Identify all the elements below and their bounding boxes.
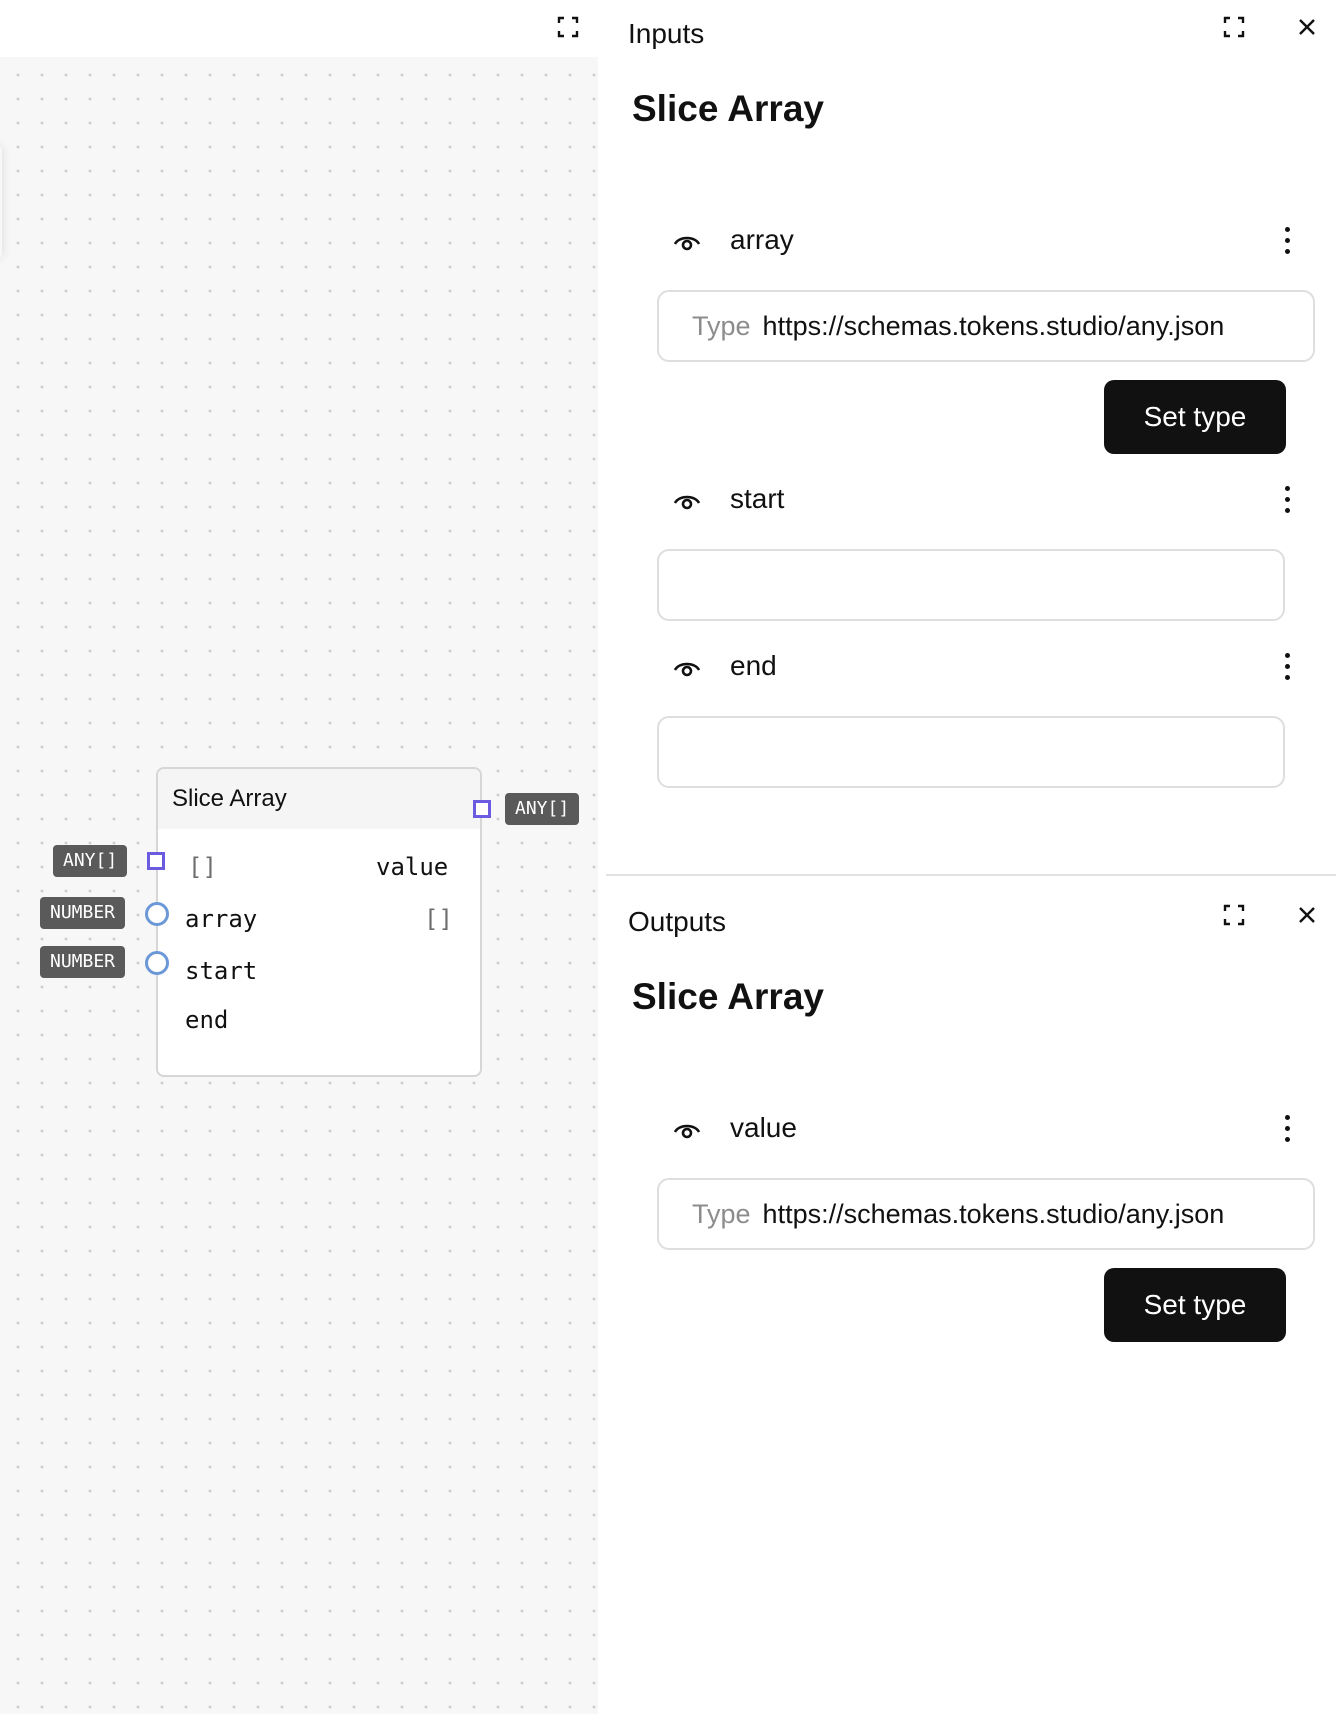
output-type-badge: ANY[] <box>505 793 580 825</box>
type-field-value: https://schemas.tokens.studio/any.json <box>762 310 1225 341</box>
set-type-button[interactable]: Set type <box>1104 1268 1286 1342</box>
array-type-badge: ANY[] <box>53 845 128 877</box>
input-port-label-array: array <box>185 905 258 933</box>
value-type-field[interactable]: Type https://schemas.tokens.studio/any.j… <box>657 1178 1315 1250</box>
input-port-row-start: start <box>672 481 1292 521</box>
input-port-row-end: end <box>672 648 1292 688</box>
type-field-prefix: Type <box>692 1198 751 1229</box>
type-field-prefix: Type <box>692 310 751 341</box>
input-port-label: end <box>730 650 777 681</box>
expand-icon[interactable] <box>1222 15 1246 39</box>
eye-icon[interactable] <box>672 489 702 513</box>
set-type-button[interactable]: Set type <box>1104 380 1286 454</box>
end-type-badge: NUMBER <box>40 946 126 978</box>
input-handle-array[interactable] <box>147 852 165 870</box>
input-port-label-end: end <box>185 1006 229 1034</box>
output-default-value: [] <box>188 853 217 881</box>
input-port-row-array: array <box>672 222 1292 262</box>
output-port-label: value <box>376 853 449 881</box>
canvas-toolbar <box>0 0 598 57</box>
input-handle-start[interactable] <box>145 902 169 926</box>
inputs-panel-heading: Slice Array <box>632 88 824 129</box>
outputs-panel-title: Outputs <box>628 906 727 937</box>
output-port-label: value <box>730 1112 797 1143</box>
input-handle-end[interactable] <box>145 951 169 975</box>
type-field-value: https://schemas.tokens.studio/any.json <box>762 1198 1225 1229</box>
slice-array-node[interactable]: Slice Array [] value array [] start end <box>156 767 482 1077</box>
close-icon[interactable] <box>1296 16 1318 38</box>
input-port-value-array: [] <box>424 905 453 933</box>
input-port-label: array <box>730 224 794 255</box>
kebab-menu-icon[interactable] <box>1282 650 1292 686</box>
input-port-label: start <box>730 483 785 514</box>
output-port-row-value: value <box>672 1110 1292 1150</box>
eye-icon[interactable] <box>672 1118 702 1142</box>
offscreen-node-edge <box>0 147 2 257</box>
graph-canvas[interactable]: ANY[] ANY[] NUMBER NUMBER Slice Array []… <box>0 57 598 1714</box>
start-type-badge: NUMBER <box>40 897 126 929</box>
expand-icon[interactable] <box>1222 903 1246 927</box>
inputs-panel-title: Inputs <box>628 18 705 49</box>
kebab-menu-icon[interactable] <box>1282 1112 1292 1148</box>
kebab-menu-icon[interactable] <box>1282 483 1292 519</box>
outputs-panel: Outputs Slice Array value Type https://s… <box>606 878 1336 1714</box>
output-handle-value[interactable] <box>473 800 491 818</box>
expand-icon[interactable] <box>556 15 580 39</box>
kebab-menu-icon[interactable] <box>1282 224 1292 260</box>
start-input-field[interactable] <box>657 549 1285 621</box>
node-title: Slice Array <box>158 769 480 829</box>
end-input-field[interactable] <box>657 716 1285 788</box>
input-port-label-start: start <box>185 957 258 985</box>
eye-icon[interactable] <box>672 230 702 254</box>
array-type-field[interactable]: Type https://schemas.tokens.studio/any.j… <box>657 290 1315 362</box>
inputs-panel: Inputs Slice Array array Type https://sc… <box>606 0 1336 876</box>
outputs-panel-heading: Slice Array <box>632 976 824 1017</box>
eye-icon[interactable] <box>672 656 702 680</box>
close-icon[interactable] <box>1296 904 1318 926</box>
